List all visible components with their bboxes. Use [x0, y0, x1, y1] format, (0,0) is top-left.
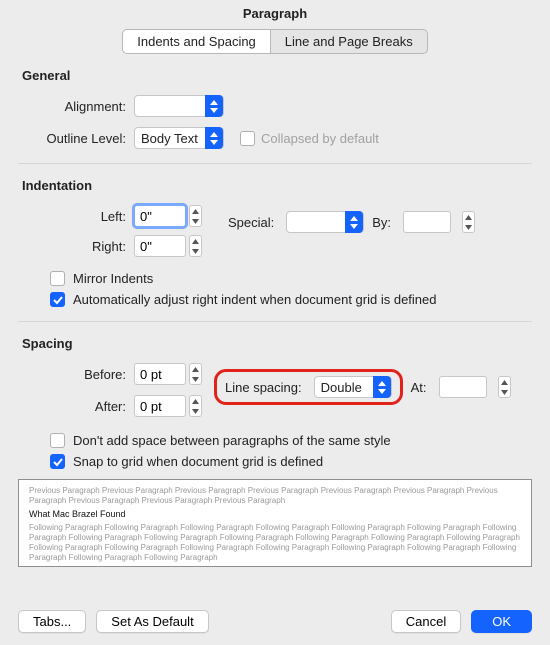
- chevron-up-icon: [499, 377, 510, 387]
- divider: [18, 163, 532, 164]
- line-spacing-highlight: Line spacing: Double: [214, 369, 403, 405]
- indent-left-stepper[interactable]: [189, 205, 202, 227]
- outline-level-value: Body Text: [141, 131, 205, 146]
- ok-button[interactable]: OK: [471, 610, 532, 633]
- tab-indents-spacing[interactable]: Indents and Spacing: [122, 29, 271, 54]
- dialog-body: Indents and Spacing Line and Page Breaks…: [0, 29, 550, 567]
- chevron-up-icon: [463, 212, 474, 222]
- after-label: After:: [18, 399, 134, 414]
- line-spacing-select[interactable]: Double: [314, 376, 392, 398]
- window-title: Paragraph: [0, 0, 550, 29]
- indent-right-stepper[interactable]: [189, 235, 202, 257]
- no-space-label: Don't add space between paragraphs of th…: [73, 433, 391, 448]
- by-label: By:: [372, 215, 391, 230]
- snap-grid-checkbox[interactable]: [50, 454, 65, 469]
- chevron-down-icon: [463, 222, 474, 232]
- before-input[interactable]: [134, 363, 186, 385]
- before-label: Before:: [18, 367, 134, 382]
- indent-right-label: Right:: [18, 239, 134, 254]
- tab-line-page-breaks[interactable]: Line and Page Breaks: [271, 29, 428, 54]
- by-input[interactable]: [403, 211, 451, 233]
- after-input[interactable]: [134, 395, 186, 417]
- chevron-down-icon: [190, 216, 201, 226]
- preview-sample-text: What Mac Brazel Found: [29, 509, 521, 520]
- section-spacing-heading: Spacing: [22, 336, 532, 351]
- mirror-indents-checkbox[interactable]: [50, 271, 65, 286]
- special-select[interactable]: [286, 211, 364, 233]
- preview-pane: Previous Paragraph Previous Paragraph Pr…: [18, 479, 532, 567]
- auto-adjust-checkbox[interactable]: [50, 292, 65, 307]
- mirror-indents-label: Mirror Indents: [73, 271, 153, 286]
- tab-bar: Indents and Spacing Line and Page Breaks: [18, 29, 532, 54]
- set-default-button[interactable]: Set As Default: [96, 610, 208, 633]
- after-stepper[interactable]: [189, 395, 202, 417]
- chevron-down-icon: [499, 387, 510, 397]
- at-label: At:: [411, 380, 427, 395]
- dialog-footer: Tabs... Set As Default Cancel OK: [18, 610, 532, 633]
- chevron-down-icon: [190, 246, 201, 256]
- collapsed-label: Collapsed by default: [261, 131, 379, 146]
- before-stepper[interactable]: [189, 363, 202, 385]
- preview-previous: Previous Paragraph Previous Paragraph Pr…: [29, 486, 521, 506]
- preview-following: Following Paragraph Following Paragraph …: [29, 523, 521, 563]
- special-label: Special:: [228, 215, 274, 230]
- by-stepper[interactable]: [462, 211, 475, 233]
- no-space-checkbox[interactable]: [50, 433, 65, 448]
- chevron-down-icon: [190, 406, 201, 416]
- updown-icon: [373, 376, 391, 398]
- indent-right-input[interactable]: [134, 235, 186, 257]
- collapsed-checkbox-container: Collapsed by default: [240, 131, 379, 146]
- outline-level-select[interactable]: Body Text: [134, 127, 224, 149]
- chevron-down-icon: [190, 374, 201, 384]
- snap-grid-label: Snap to grid when document grid is defin…: [73, 454, 323, 469]
- section-indentation-heading: Indentation: [22, 178, 532, 193]
- auto-adjust-label: Automatically adjust right indent when d…: [73, 292, 437, 307]
- chevron-up-icon: [190, 396, 201, 406]
- updown-icon: [205, 95, 223, 117]
- updown-icon: [205, 127, 223, 149]
- alignment-select[interactable]: [134, 95, 224, 117]
- section-general-heading: General: [22, 68, 532, 83]
- tabs-button[interactable]: Tabs...: [18, 610, 86, 633]
- indent-left-input[interactable]: [134, 205, 186, 227]
- updown-icon: [345, 211, 363, 233]
- chevron-up-icon: [190, 206, 201, 216]
- outline-level-label: Outline Level:: [18, 131, 134, 146]
- line-spacing-value: Double: [321, 380, 373, 395]
- indent-left-label: Left:: [18, 209, 134, 224]
- line-spacing-label: Line spacing:: [225, 380, 302, 395]
- chevron-up-icon: [190, 364, 201, 374]
- at-stepper[interactable]: [498, 376, 511, 398]
- chevron-up-icon: [190, 236, 201, 246]
- at-input[interactable]: [439, 376, 487, 398]
- collapsed-checkbox: [240, 131, 255, 146]
- alignment-label: Alignment:: [18, 99, 134, 114]
- cancel-button[interactable]: Cancel: [391, 610, 461, 633]
- divider: [18, 321, 532, 322]
